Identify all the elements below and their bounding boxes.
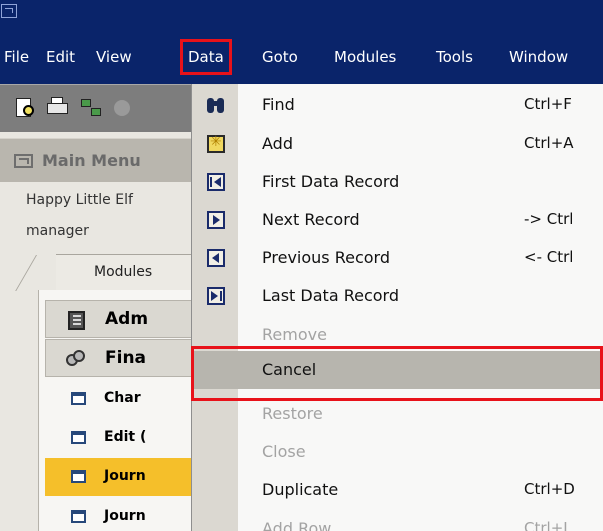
menu-item-label: Restore — [262, 404, 323, 423]
menu-item-label: First Data Record — [262, 172, 400, 191]
binoculars-icon — [207, 96, 225, 114]
menu-modules[interactable]: Modules — [334, 42, 396, 72]
menu-item-duplicate[interactable]: Duplicate Ctrl+D — [192, 471, 603, 509]
module-label: Journ — [104, 468, 146, 484]
menu-item-label: Previous Record — [262, 248, 390, 267]
module-item-journal-2[interactable]: Journ — [45, 498, 193, 531]
print-icon[interactable] — [46, 97, 70, 119]
menu-item-label: Close — [262, 442, 306, 461]
menu-item-shortcut: Ctrl+I — [524, 519, 568, 531]
module-label: Fina — [105, 348, 147, 368]
menu-item-label: Next Record — [262, 210, 360, 229]
menu-item-shortcut: Ctrl+F — [524, 95, 572, 113]
left-panel: Main Menu Happy Little Elf manager Modul… — [0, 132, 206, 531]
previous-record-icon — [207, 249, 225, 267]
module-item-journal[interactable]: Journ — [45, 458, 193, 496]
module-group-adm[interactable]: Adm — [45, 300, 193, 338]
user-role: manager — [26, 223, 89, 239]
main-menu-title: Main Menu — [42, 151, 141, 170]
add-record-icon — [207, 134, 225, 153]
tab-modules-label: Modules — [94, 264, 153, 280]
menu-window[interactable]: Window — [509, 42, 568, 72]
module-item-edit[interactable]: Edit ( — [45, 419, 193, 457]
module-label: Edit ( — [104, 429, 147, 445]
print-preview-icon[interactable] — [14, 97, 38, 119]
menu-item-add-row[interactable]: Add Row Ctrl+I — [192, 510, 603, 531]
menu-item-label: Add — [262, 134, 293, 153]
menu-data[interactable]: Data — [180, 39, 232, 75]
module-list: Adm Fina Char Edit ( Journ Journ — [38, 290, 193, 531]
module-item-char[interactable]: Char — [45, 380, 193, 418]
window-icon — [71, 510, 86, 523]
title-bar — [0, 0, 603, 30]
menu-item-label: Remove — [262, 325, 327, 344]
menu-goto[interactable]: Goto — [262, 42, 298, 72]
menu-item-close[interactable]: Close — [192, 433, 603, 471]
menu-item-shortcut: Ctrl+D — [524, 480, 575, 498]
menu-tools[interactable]: Tools — [436, 42, 473, 72]
last-record-icon — [207, 287, 225, 305]
network-icon[interactable] — [80, 97, 104, 119]
window-icon — [71, 470, 86, 483]
module-label: Journ — [104, 508, 146, 524]
menu-item-last-data-record[interactable]: Last Data Record — [192, 277, 603, 315]
window-icon — [71, 392, 86, 405]
menu-edit[interactable]: Edit — [46, 42, 75, 72]
tab-modules[interactable]: Modules — [56, 254, 206, 290]
tab-strip: Modules — [0, 248, 206, 290]
menu-item-label: Duplicate — [262, 480, 339, 499]
menu-item-shortcut: -> Ctrl — [524, 210, 574, 228]
cancel-annotation-box — [191, 346, 603, 401]
menu-view[interactable]: View — [96, 42, 132, 72]
menu-item-find[interactable]: Find Ctrl+F — [192, 86, 603, 124]
menu-bar: File Edit View Data Goto Modules Tools W… — [0, 30, 603, 84]
coins-icon — [66, 350, 86, 366]
menu-item-label: Add Row — [262, 519, 332, 531]
menu-item-shortcut: <- Ctrl — [524, 248, 574, 266]
menu-item-previous-record[interactable]: Previous Record <- Ctrl — [192, 239, 603, 277]
next-record-icon — [207, 211, 225, 229]
app-window-icon[interactable] — [1, 4, 17, 18]
menu-item-shortcut: Ctrl+A — [524, 134, 574, 152]
data-dropdown-menu: Find Ctrl+F Add Ctrl+A First Data Record… — [191, 84, 603, 531]
book-icon — [68, 311, 85, 330]
main-menu-header[interactable]: Main Menu — [0, 138, 192, 182]
menu-item-label: Find — [262, 95, 295, 114]
menu-item-label: Last Data Record — [262, 286, 399, 305]
module-label: Adm — [105, 309, 149, 329]
settings-icon[interactable] — [112, 97, 136, 119]
window-icon — [71, 431, 86, 444]
first-record-icon — [207, 173, 225, 191]
user-name: Happy Little Elf — [26, 192, 133, 208]
main-menu-icon — [14, 154, 33, 168]
module-label: Char — [104, 390, 141, 406]
menu-item-next-record[interactable]: Next Record -> Ctrl — [192, 201, 603, 239]
module-group-finance[interactable]: Fina — [45, 339, 193, 377]
menu-file[interactable]: File — [4, 42, 29, 72]
menu-item-first-data-record[interactable]: First Data Record — [192, 163, 603, 201]
menu-item-add[interactable]: Add Ctrl+A — [192, 125, 603, 163]
